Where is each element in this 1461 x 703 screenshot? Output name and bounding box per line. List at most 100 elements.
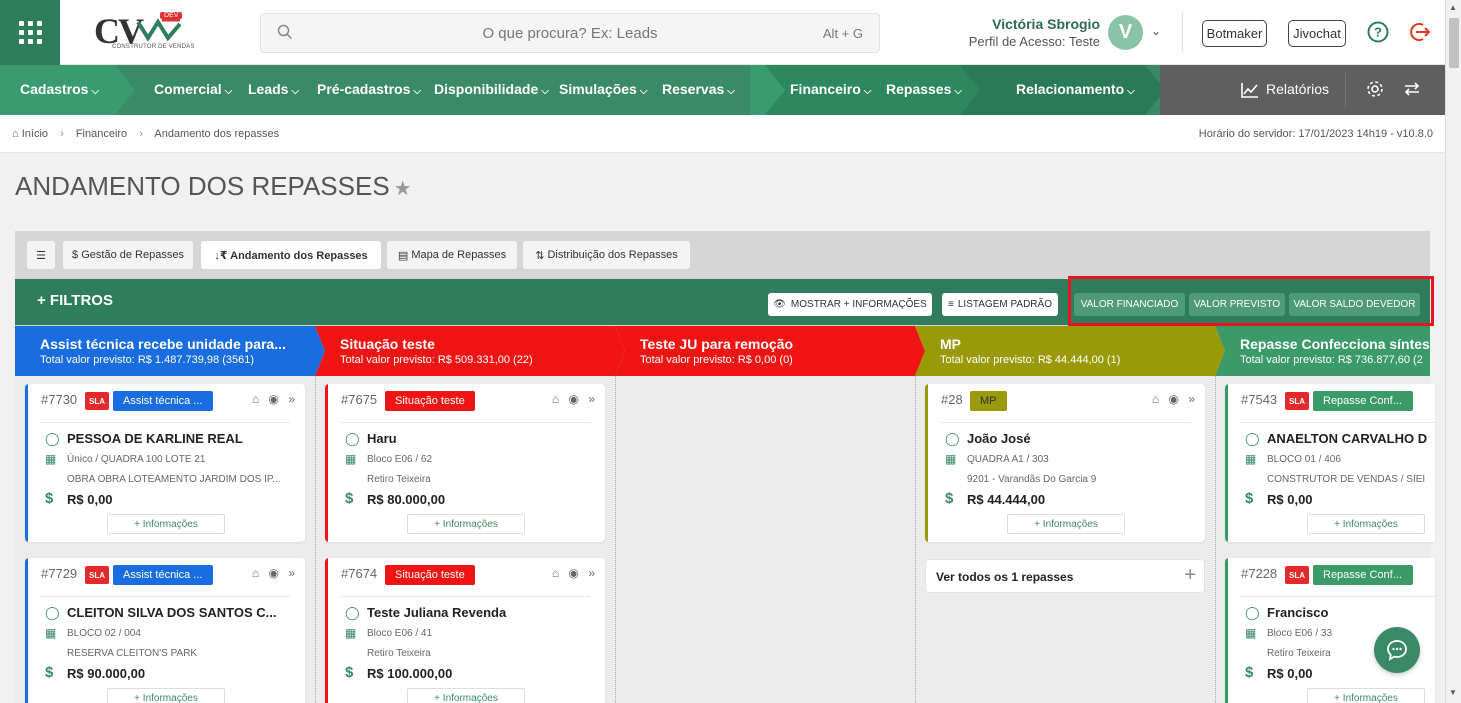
nav-leads[interactable]: Leads ⌵ bbox=[248, 81, 299, 97]
double-chevron-right-icon[interactable]: » bbox=[1188, 392, 1195, 406]
repasse-card[interactable]: #28 MP ⌂ ◉ » ◯ João José ▦ QUADRA A1 / 3… bbox=[925, 384, 1205, 542]
column-header-situacao: Situação teste Total valor previsto: R$ … bbox=[315, 326, 615, 376]
nav-financeiro[interactable]: Financeiro ⌵ bbox=[790, 81, 871, 97]
repasse-card[interactable]: #7543 SLA Repasse Conf... ◯ ANAELTON CAR… bbox=[1225, 384, 1435, 542]
nav-cadastros[interactable]: Cadastros ⌵ bbox=[20, 81, 99, 97]
scrollbar-thumb[interactable] bbox=[1449, 18, 1459, 68]
card-number[interactable]: #7729 bbox=[41, 566, 77, 581]
breadcrumb-inicio[interactable]: Início bbox=[22, 128, 48, 140]
repasse-card[interactable]: #7730 SLA Assist técnica ... ⌂ ◉ » ◯ PES… bbox=[25, 384, 305, 542]
more-info-button[interactable]: + Informações bbox=[407, 514, 525, 534]
card-accent bbox=[325, 384, 328, 542]
user-circle-icon[interactable]: ◉ bbox=[1168, 392, 1178, 406]
person-icon: ◯ bbox=[345, 605, 360, 620]
user-circle-icon[interactable]: ◉ bbox=[568, 566, 578, 580]
unit-info: BLOCO 02 / 004 bbox=[67, 628, 141, 639]
search-input[interactable]: O que procura? Ex: Leads Alt + G bbox=[260, 13, 880, 53]
card-number[interactable]: #7674 bbox=[341, 566, 377, 581]
card-number[interactable]: #7543 bbox=[1241, 392, 1277, 407]
column-header-teste-ju: Teste JU para remoção Total valor previs… bbox=[615, 326, 915, 376]
more-info-button[interactable]: + Informações bbox=[1307, 514, 1425, 534]
nav-pre-cadastros[interactable]: Pré-cadastros ⌵ bbox=[317, 81, 421, 97]
client-name: CLEITON SILVA DOS SANTOS C... bbox=[67, 605, 277, 620]
default-list-button[interactable]: ≡ LISTAGEM PADRÃO bbox=[942, 293, 1058, 316]
more-info-button[interactable]: + Informações bbox=[1307, 688, 1425, 703]
menu-toggle-button[interactable]: ☰ bbox=[27, 241, 55, 269]
repasse-card[interactable]: #7674 Situação teste ⌂ ◉ » ◯ Teste Julia… bbox=[325, 558, 605, 703]
card-value: R$ 0,00 bbox=[1267, 492, 1313, 507]
tab-mapa[interactable]: ▤ Mapa de Repasses bbox=[387, 241, 517, 269]
repasse-card[interactable]: #7729 SLA Assist técnica ... ⌂ ◉ » ◯ CLE… bbox=[25, 558, 305, 703]
double-chevron-right-icon[interactable]: » bbox=[288, 392, 295, 406]
user-circle-icon[interactable]: ◉ bbox=[268, 566, 278, 580]
breadcrumb-financeiro[interactable]: Financeiro bbox=[76, 128, 127, 140]
nav-comercial[interactable]: Comercial ⌵ bbox=[154, 81, 232, 97]
divider bbox=[40, 596, 290, 597]
show-more-button[interactable]: 👁 MOSTRAR + INFORMAÇÕES bbox=[768, 293, 932, 316]
tab-mapa-label: Mapa de Repasses bbox=[411, 249, 507, 261]
status-badge: MP bbox=[970, 391, 1007, 411]
home-icon[interactable]: ⌂ bbox=[552, 566, 559, 580]
double-chevron-right-icon[interactable]: » bbox=[588, 566, 595, 580]
more-info-button[interactable]: + Informações bbox=[107, 514, 225, 534]
chart-icon bbox=[1241, 83, 1258, 98]
status-badge: Situação teste bbox=[385, 565, 475, 585]
scroll-up-icon[interactable]: ▲ bbox=[1449, 3, 1457, 12]
logo[interactable]: CV DEV CONSTRUTOR DE VENDAS bbox=[92, 10, 194, 54]
nav-repasses[interactable]: Repasses ⌵ bbox=[886, 81, 962, 97]
chevron-down-icon: ⌵ bbox=[863, 86, 872, 97]
filters-toggle[interactable]: + FILTROS bbox=[37, 292, 113, 309]
tab-distribuicao[interactable]: ⇅ Distribuição dos Repasses bbox=[523, 241, 690, 269]
more-info-button[interactable]: + Informações bbox=[407, 688, 525, 703]
page-scrollbar[interactable]: ▲ ▼ bbox=[1445, 0, 1461, 703]
tab-andamento[interactable]: ↓₹ Andamento dos Repasses bbox=[201, 241, 381, 269]
reports-link[interactable]: Relatórios bbox=[1266, 81, 1329, 97]
home-icon[interactable]: ⌂ bbox=[1152, 392, 1159, 406]
server-time: Horário do servidor: 17/01/2023 14h19 - … bbox=[1198, 128, 1433, 140]
column-divider bbox=[315, 376, 316, 703]
card-number[interactable]: #7228 bbox=[1241, 566, 1277, 581]
chevron-down-icon: ⌵ bbox=[541, 86, 549, 97]
chevron-right-icon: › bbox=[139, 128, 143, 140]
home-icon[interactable]: ⌂ bbox=[552, 392, 559, 406]
search-shortcut: Alt + G bbox=[822, 26, 863, 41]
help-icon[interactable]: ? bbox=[1367, 21, 1389, 43]
botmaker-button[interactable]: Botmaker bbox=[1202, 20, 1267, 47]
see-all-button[interactable]: Ver todos os 1 repasses + bbox=[925, 559, 1205, 593]
breadcrumb-bar: ⌂ Início › Financeiro › Andamento dos re… bbox=[0, 115, 1445, 153]
user-circle-icon[interactable]: ◉ bbox=[568, 392, 578, 406]
logout-icon[interactable] bbox=[1409, 21, 1431, 43]
home-icon[interactable]: ⌂ bbox=[252, 566, 259, 580]
chat-button[interactable] bbox=[1374, 627, 1420, 673]
nav-simulacoes[interactable]: Simulações ⌵ bbox=[559, 81, 647, 97]
star-icon[interactable]: ★ bbox=[394, 178, 412, 200]
card-number[interactable]: #7730 bbox=[41, 392, 77, 407]
repasse-card[interactable]: #7675 Situação teste ⌂ ◉ » ◯ Haru ▦ Bloc… bbox=[325, 384, 605, 542]
double-chevron-right-icon[interactable]: » bbox=[288, 566, 295, 580]
scroll-down-icon[interactable]: ▼ bbox=[1449, 688, 1457, 697]
user-circle-icon[interactable]: ◉ bbox=[268, 392, 278, 406]
nav-reservas[interactable]: Reservas ⌵ bbox=[662, 81, 735, 97]
user-info[interactable]: Victória Sbrogio Perfil de Acesso: Teste bbox=[940, 16, 1100, 49]
card-number[interactable]: #28 bbox=[941, 392, 963, 407]
double-chevron-right-icon[interactable]: » bbox=[588, 392, 595, 406]
jivochat-button[interactable]: Jivochat bbox=[1288, 20, 1346, 47]
tab-gestao[interactable]: $ Gestão de Repasses bbox=[63, 241, 193, 269]
more-info-button[interactable]: + Informações bbox=[1007, 514, 1125, 534]
avatar[interactable]: V bbox=[1108, 15, 1143, 50]
switch-arrows-icon[interactable] bbox=[1403, 81, 1421, 97]
more-info-button[interactable]: + Informações bbox=[107, 688, 225, 703]
nav-relacionamento[interactable]: Relacionamento ⌵ bbox=[1016, 81, 1135, 97]
unit-info: Bloco E06 / 62 bbox=[367, 454, 433, 465]
apps-menu-button[interactable] bbox=[0, 0, 60, 65]
hamburger-icon: ☰ bbox=[36, 249, 46, 262]
column-divider bbox=[615, 376, 616, 703]
home-icon[interactable]: ⌂ bbox=[252, 392, 259, 406]
chevron-down-icon[interactable]: ⌄ bbox=[1151, 24, 1161, 38]
card-number[interactable]: #7675 bbox=[341, 392, 377, 407]
gear-icon[interactable] bbox=[1366, 80, 1384, 98]
nav-disponibilidade[interactable]: Disponibilidade ⌵ bbox=[434, 81, 549, 97]
status-badge: Assist técnica ... bbox=[113, 565, 213, 585]
column-divider bbox=[1215, 376, 1216, 703]
card-accent bbox=[25, 384, 28, 542]
